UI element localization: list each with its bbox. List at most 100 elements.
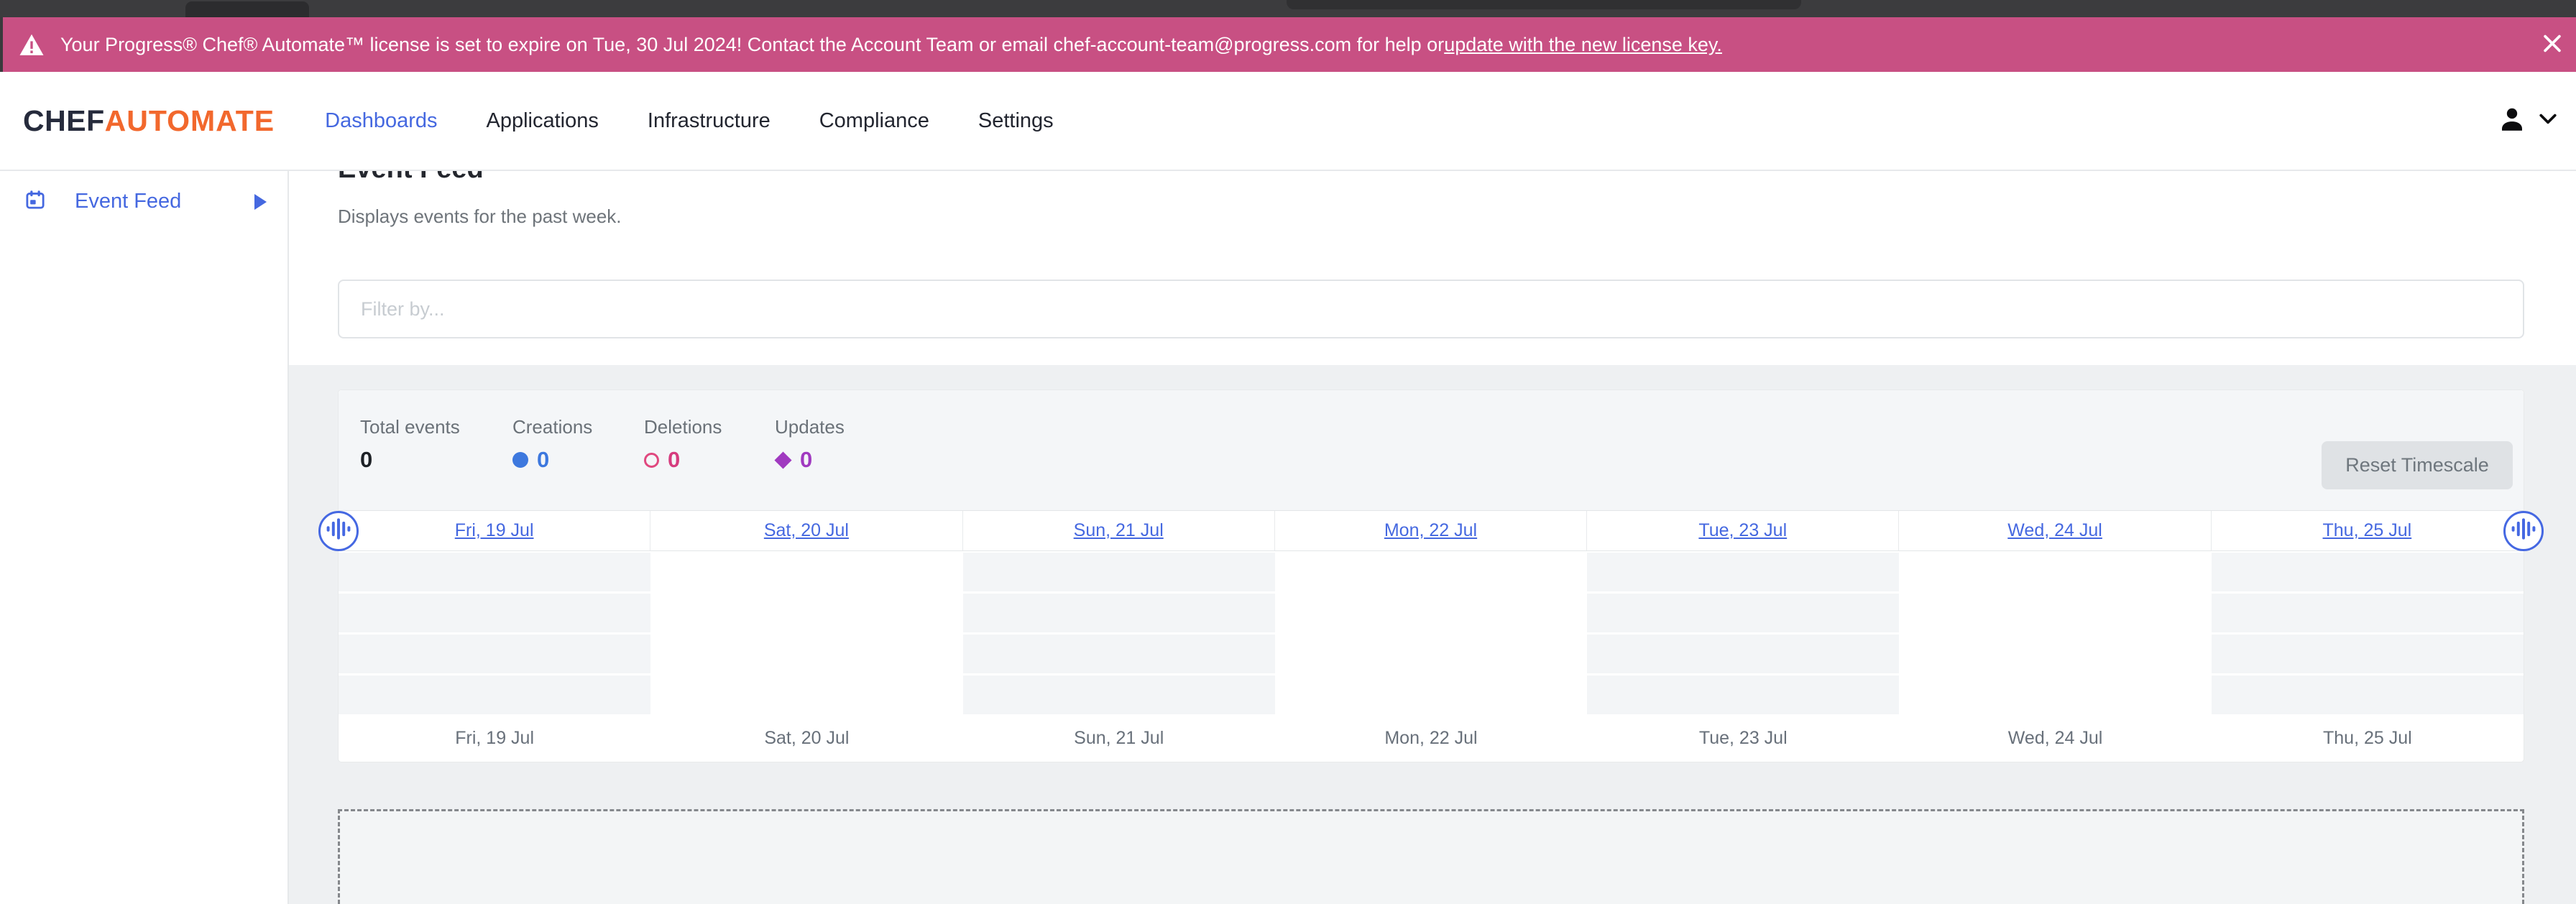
- grid-cell: [1899, 635, 2211, 673]
- grid-cell: [963, 675, 1275, 714]
- timeline-day-cell: Tue, 23 Jul: [1587, 511, 1899, 550]
- nav-infrastructure[interactable]: Infrastructure: [648, 109, 770, 133]
- stats-band: Total events 0 Creations 0 Deletions 0: [339, 390, 2524, 510]
- timeline-day-cell: Sun, 21 Jul: [963, 511, 1275, 550]
- stat-deletions: Deletions 0: [644, 416, 775, 510]
- grid-cell: [2212, 553, 2524, 591]
- footer-day-label: Sun, 21 Jul: [963, 728, 1275, 749]
- grid-cell: [1899, 675, 2211, 714]
- outlined-circle-icon: [644, 453, 659, 468]
- stat-number: 0: [360, 447, 372, 473]
- timeline-day-link[interactable]: Sun, 21 Jul: [1074, 520, 1164, 541]
- grid-cell: [339, 594, 650, 632]
- license-banner: Your Progress® Chef® Automate™ license i…: [0, 17, 2576, 72]
- timeline-grid: [339, 551, 2524, 714]
- warning-triangle-icon: [19, 33, 45, 57]
- grid-cell: [339, 553, 650, 591]
- stat-value: 0: [512, 447, 644, 473]
- person-icon: [2497, 104, 2527, 138]
- stat-label: Total events: [360, 416, 512, 438]
- timeline-day-cell: Mon, 22 Jul: [1275, 511, 1587, 550]
- grid-cell: [339, 635, 650, 673]
- grid-cell: [1275, 675, 1587, 714]
- chef-automate-logo[interactable]: CHEFAUTOMATE: [23, 104, 275, 138]
- timeline-day-link[interactable]: Wed, 24 Jul: [2007, 520, 2102, 541]
- browser-toolbar-shadow: [1287, 0, 1801, 9]
- grid-cell: [1275, 635, 1587, 673]
- license-update-link[interactable]: update with the new license key.: [1444, 34, 1722, 56]
- timeline-day-cell: Thu, 25 Jul: [2212, 511, 2524, 550]
- grid-cell: [650, 594, 962, 632]
- banner-message: Your Progress® Chef® Automate™ license i…: [60, 34, 1444, 56]
- waveform-icon: [326, 517, 351, 545]
- stat-creations: Creations 0: [512, 416, 644, 510]
- stat-total-events: Total events 0: [360, 416, 512, 510]
- grid-cell: [1899, 594, 2211, 632]
- timeline-day-link[interactable]: Fri, 19 Jul: [455, 520, 534, 541]
- stat-number: 0: [668, 447, 680, 473]
- nav-settings[interactable]: Settings: [978, 109, 1054, 133]
- stat-number: 0: [537, 447, 549, 473]
- timeline-day-cell: Sat, 20 Jul: [650, 511, 962, 550]
- timescale-handle-left[interactable]: [318, 511, 359, 551]
- stat-label: Deletions: [644, 416, 775, 438]
- events-card: Total events 0 Creations 0 Deletions 0: [338, 389, 2524, 762]
- grid-cell: [2212, 594, 2524, 632]
- grid-cell: [1587, 594, 1899, 632]
- page-title: Event Feed: [289, 171, 2576, 185]
- diamond-icon: [774, 451, 791, 469]
- chevron-down-icon: [2539, 113, 2557, 129]
- grid-cell: [1587, 675, 1899, 714]
- sidebar-item-label: Event Feed: [75, 190, 181, 213]
- grid-cell: [2212, 635, 2524, 673]
- timeline-day-link[interactable]: Thu, 25 Jul: [2323, 520, 2412, 541]
- timescale-handle-right[interactable]: [2503, 511, 2544, 551]
- grid-cell: [963, 594, 1275, 632]
- nav-applications[interactable]: Applications: [487, 109, 599, 133]
- footer-day-label: Thu, 25 Jul: [2212, 728, 2524, 749]
- timeline-day-link[interactable]: Mon, 22 Jul: [1384, 520, 1477, 541]
- grid-cell: [1275, 594, 1587, 632]
- footer-day-label: Wed, 24 Jul: [1899, 728, 2211, 749]
- stat-label: Updates: [775, 416, 845, 438]
- arrow-right-icon: [254, 194, 267, 210]
- timeline-day-link[interactable]: Tue, 23 Jul: [1698, 520, 1787, 541]
- timeline-day-link[interactable]: Sat, 20 Jul: [764, 520, 849, 541]
- footer-day-label: Mon, 22 Jul: [1275, 728, 1587, 749]
- sidebar: Event Feed: [0, 171, 289, 904]
- stat-value: 0: [360, 447, 512, 473]
- stat-label: Creations: [512, 416, 644, 438]
- main-nav: Dashboards Applications Infrastructure C…: [325, 109, 1054, 133]
- grid-cell: [339, 675, 650, 714]
- reset-timescale-button[interactable]: Reset Timescale: [2322, 441, 2513, 489]
- nav-dashboards[interactable]: Dashboards: [325, 109, 437, 133]
- stat-value: 0: [775, 447, 845, 473]
- sidebar-item-event-feed[interactable]: Event Feed: [0, 190, 288, 213]
- grid-cell: [1275, 553, 1587, 591]
- grid-cell: [1899, 553, 2211, 591]
- grid-cell: [650, 635, 962, 673]
- main-content: Event Feed Displays events for the past …: [289, 171, 2576, 904]
- calendar-icon: [24, 190, 46, 213]
- dismiss-banner-button[interactable]: [2540, 32, 2564, 58]
- empty-drop-zone: [338, 809, 2524, 904]
- footer-day-label: Sat, 20 Jul: [650, 728, 962, 749]
- grid-cell: [2212, 675, 2524, 714]
- timeline-header: Fri, 19 Jul Sat, 20 Jul Sun, 21 Jul Mon,…: [339, 510, 2524, 551]
- user-menu[interactable]: [2497, 104, 2557, 138]
- browser-chrome-strip: [0, 0, 2576, 17]
- browser-tab: [185, 1, 309, 17]
- window-edge: [0, 17, 3, 72]
- stat-number: 0: [800, 447, 812, 473]
- footer-day-label: Fri, 19 Jul: [339, 728, 650, 749]
- grid-cell: [963, 553, 1275, 591]
- logo-chef: CHEF: [23, 104, 105, 137]
- nav-compliance[interactable]: Compliance: [819, 109, 929, 133]
- waveform-icon: [2511, 517, 2536, 545]
- filled-circle-icon: [512, 452, 528, 468]
- timeline-day-cell: Fri, 19 Jul: [339, 511, 650, 550]
- timeline-day-cell: Wed, 24 Jul: [1899, 511, 2211, 550]
- filter-input[interactable]: [338, 280, 2524, 338]
- grid-cell: [963, 635, 1275, 673]
- grid-cell: [1587, 553, 1899, 591]
